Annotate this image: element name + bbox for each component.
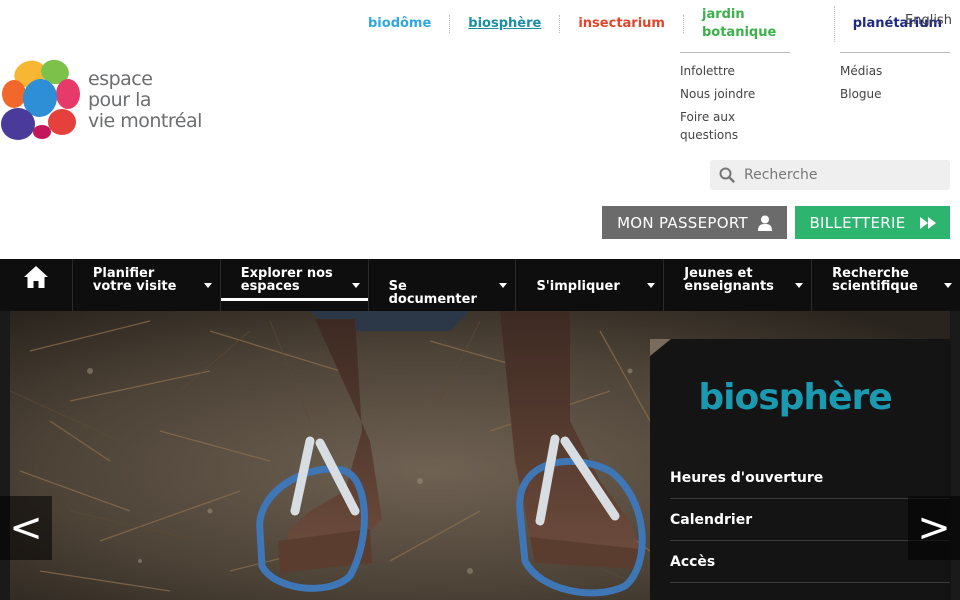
- faq-link[interactable]: Foire aux questions: [680, 108, 750, 144]
- space-link-biosphere[interactable]: biosphère: [450, 15, 561, 33]
- nav-item-planifier[interactable]: Planifier votre visite: [73, 259, 221, 311]
- nav-item-label: Explorer nos espaces: [240, 266, 333, 294]
- nav-item-impliquer[interactable]: S'impliquer: [516, 259, 665, 311]
- fast-forward-icon: [919, 216, 936, 229]
- contact-link[interactable]: Nous joindre: [680, 85, 790, 103]
- nav-item-label: Planifier votre visite: [92, 266, 177, 294]
- caret-down-icon: [351, 283, 360, 288]
- logo-mark-icon: [1, 59, 80, 140]
- caret-down-icon: [647, 283, 656, 288]
- opening-hours-link[interactable]: Heures d'ouverture: [670, 457, 950, 499]
- user-icon: [757, 215, 772, 231]
- main-nav: Planifier votre visite Explorer nos espa…: [0, 259, 960, 311]
- passport-button[interactable]: MON PASSEPORT: [602, 206, 787, 239]
- search-icon[interactable]: [710, 167, 744, 183]
- tickets-button-label: BILLETTERIE: [809, 213, 906, 232]
- utility-links-col-1: Infolettre Nous joindre Foire aux questi…: [680, 52, 790, 149]
- nav-item-label: S'impliquer: [536, 279, 620, 294]
- search-input[interactable]: [744, 167, 934, 183]
- caret-down-icon: [943, 283, 952, 288]
- search-box: [710, 160, 950, 190]
- passport-button-label: MON PASSEPORT: [617, 213, 748, 232]
- slider-prev-button[interactable]: <: [0, 496, 52, 560]
- caret-down-icon: [499, 283, 508, 288]
- logo-line-3: vie montréal: [88, 110, 202, 132]
- space-link-insectarium[interactable]: insectarium: [560, 15, 684, 33]
- logo-line-1: espace: [88, 68, 153, 90]
- nav-item-documenter[interactable]: Se documenter: [369, 259, 517, 311]
- nav-item-label: Se documenter: [388, 279, 477, 307]
- site-logo[interactable]: espace pour la vie montréal: [0, 52, 210, 144]
- utility-links-col-2: Médias Blogue: [840, 52, 950, 108]
- space-link-biodome[interactable]: biodôme: [350, 15, 451, 33]
- caret-down-icon: [795, 283, 804, 288]
- slider-next-button[interactable]: >: [908, 496, 960, 560]
- nav-item-jeunes[interactable]: Jeunes et enseignants: [664, 259, 813, 311]
- logo-line-2: pour la: [88, 89, 151, 111]
- caret-down-icon: [203, 283, 212, 288]
- blog-link[interactable]: Blogue: [840, 85, 950, 103]
- media-link[interactable]: Médias: [840, 62, 950, 80]
- spaces-nav: biodôme biosphère insectarium jardin bot…: [350, 6, 960, 42]
- space-link-jardin-botanique[interactable]: jardin botanique: [684, 6, 835, 42]
- space-info-panel: biosphère Heures d'ouverture Calendrier …: [650, 339, 951, 600]
- logo-wordmark: espace pour la vie montréal: [88, 69, 202, 132]
- nav-item-explorer[interactable]: Explorer nos espaces: [220, 259, 369, 311]
- language-switch-link[interactable]: English: [905, 13, 952, 28]
- newsletter-link[interactable]: Infolettre: [680, 62, 790, 80]
- home-button[interactable]: [0, 259, 73, 311]
- nav-item-label: Jeunes et enseignants: [684, 266, 774, 294]
- panel-corner-fold: [650, 339, 671, 356]
- home-icon: [23, 266, 48, 288]
- nav-item-recherche[interactable]: Recherche scientifique: [812, 259, 960, 311]
- tickets-button[interactable]: BILLETTERIE: [795, 206, 950, 239]
- panel-title: biosphère: [698, 377, 892, 418]
- nav-item-label: Recherche scientifique: [832, 266, 918, 294]
